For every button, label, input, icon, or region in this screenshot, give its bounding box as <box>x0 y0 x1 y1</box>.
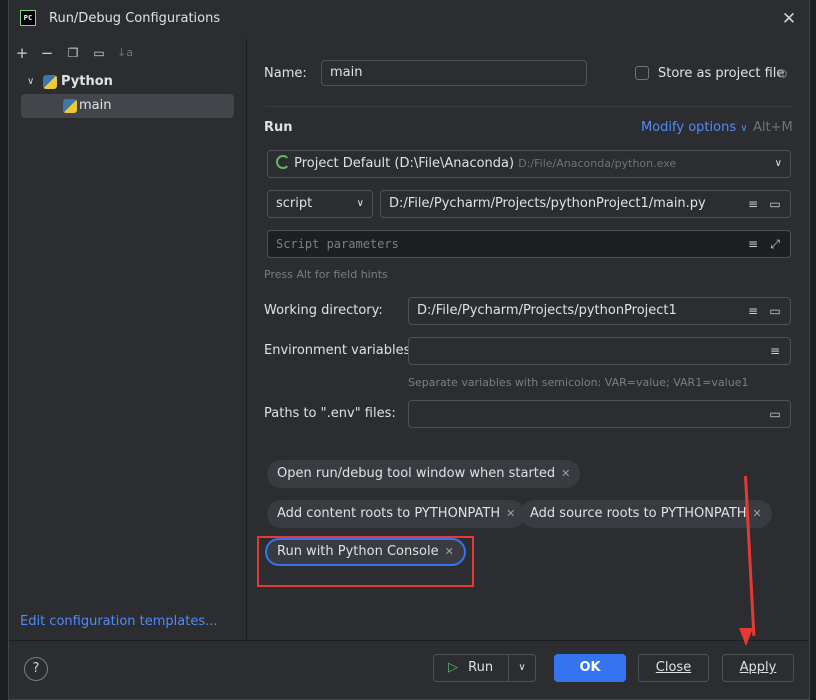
pycharm-icon: PC <box>20 10 36 26</box>
store-as-project-label: Store as project file <box>658 66 785 81</box>
copy-icon[interactable]: ❐ <box>63 43 83 63</box>
dotenv-label: Paths to ".env" files: <box>264 406 396 421</box>
folder-icon[interactable]: ▭ <box>768 407 782 421</box>
annotation-arrow-head <box>739 628 753 646</box>
sort-icon[interactable]: ↓a <box>115 43 135 63</box>
list-icon[interactable]: ≡ <box>746 304 760 318</box>
name-label: Name: <box>264 66 307 81</box>
working-directory-value: D:/File/Pycharm/Projects/pythonProject1 <box>417 303 677 318</box>
script-parameters-field[interactable]: Script parameters ≡ ⤢ <box>267 230 791 258</box>
chevron-down-icon: ∨ <box>740 123 748 134</box>
tree-item-label: main <box>79 98 112 113</box>
chevron-down-icon: ∨ <box>356 198 364 209</box>
chip-label: Add source roots to PYTHONPATH <box>530 506 747 521</box>
interpreter-path: D:/File/Anaconda/python.exe <box>518 157 677 170</box>
remove-chip-icon[interactable]: ✕ <box>753 507 762 520</box>
close-button[interactable]: Close <box>638 654 709 682</box>
run-debug-dialog: PC Run/Debug Configurations ✕ + − ❐ ▭ ↓a… <box>8 0 810 700</box>
dialog-title: Run/Debug Configurations <box>49 11 221 26</box>
interpreter-select[interactable]: Project Default (D:\File\Anaconda) D:/Fi… <box>267 150 791 178</box>
chevron-down-icon: ∨ <box>27 76 35 87</box>
folder-icon[interactable]: ▭ <box>768 304 782 318</box>
name-field[interactable]: main <box>321 60 587 86</box>
title-bar: PC Run/Debug Configurations ✕ <box>9 0 809 38</box>
tree-item-main[interactable]: main <box>21 94 234 118</box>
python-icon <box>63 99 77 113</box>
script-mode-select[interactable]: script ∨ <box>267 190 373 218</box>
remove-chip-icon[interactable]: ✕ <box>506 507 515 520</box>
script-mode-value: script <box>276 196 313 211</box>
environment-variables-label: Environment variables: <box>264 343 415 358</box>
gear-icon[interactable]: ⚙ <box>776 67 790 81</box>
close-label: Close <box>655 660 692 675</box>
dotenv-field[interactable]: ▭ <box>408 400 791 428</box>
apply-label: Apply <box>739 660 777 675</box>
tree-group-label: Python <box>61 74 113 89</box>
divider <box>265 106 792 107</box>
modify-options-shortcut: Alt+M <box>753 120 793 135</box>
script-path-field[interactable]: D:/File/Pycharm/Projects/pythonProject1/… <box>380 190 791 218</box>
store-as-project-checkbox[interactable] <box>635 66 649 80</box>
environment-variables-field[interactable]: ≡ <box>408 337 791 365</box>
chip-content-roots[interactable]: Add content roots to PYTHONPATH ✕ <box>267 500 526 528</box>
chip-label: Add content roots to PYTHONPATH <box>277 506 501 521</box>
working-directory-field[interactable]: D:/File/Pycharm/Projects/pythonProject1 … <box>408 297 791 325</box>
folder-icon[interactable]: ▭ <box>768 197 782 211</box>
configurations-pane: + − ❐ ▭ ↓a ∨ Python main Edit configurat… <box>9 38 247 640</box>
modify-options-label: Modify options <box>641 120 737 135</box>
working-directory-label: Working directory: <box>264 303 383 318</box>
remove-chip-icon[interactable]: ✕ <box>561 467 570 480</box>
chevron-down-icon: ∨ <box>774 158 782 169</box>
run-button[interactable]: ▷ Run ∨ <box>433 654 536 682</box>
configurations-toolbar: + − ❐ ▭ ↓a <box>9 38 246 68</box>
run-label: Run <box>468 660 494 675</box>
highlight-box <box>257 536 474 587</box>
chevron-down-icon[interactable]: ∨ <box>508 655 535 681</box>
modify-options-link[interactable]: Modify options ∨ <box>641 120 748 135</box>
environment-variables-hint: Separate variables with semicolon: VAR=v… <box>408 376 749 389</box>
chip-source-roots[interactable]: Add source roots to PYTHONPATH ✕ <box>520 500 772 528</box>
dialog-footer: ? ▷ Run ∨ OK Close Apply <box>9 640 809 700</box>
tree-group-python[interactable]: ∨ Python <box>21 70 234 94</box>
close-icon[interactable]: ✕ <box>779 9 799 29</box>
edit-templates-link[interactable]: Edit configuration templates... <box>20 614 218 629</box>
python-icon <box>43 75 57 89</box>
script-path-value: D:/File/Pycharm/Projects/pythonProject1/… <box>389 196 706 211</box>
list-icon[interactable]: ≡ <box>746 197 760 211</box>
script-parameters-placeholder: Script parameters <box>276 237 399 251</box>
list-icon[interactable]: ≡ <box>746 237 760 251</box>
field-hint: Press Alt for field hints <box>264 268 388 281</box>
expand-icon[interactable]: ⤢ <box>768 237 782 251</box>
interpreter-name: Project Default (D:\File\Anaconda) <box>294 156 515 171</box>
ok-button[interactable]: OK <box>554 654 626 682</box>
chip-label: Open run/debug tool window when started <box>277 466 556 481</box>
run-heading: Run <box>264 120 293 135</box>
list-icon[interactable]: ≡ <box>768 344 782 358</box>
play-icon: ▷ <box>448 660 458 675</box>
chip-open-tool-window[interactable]: Open run/debug tool window when started ✕ <box>267 460 581 488</box>
loading-icon <box>276 155 290 169</box>
new-folder-icon[interactable]: ▭ <box>89 43 109 63</box>
apply-button[interactable]: Apply <box>722 654 794 682</box>
add-icon[interactable]: + <box>12 43 32 63</box>
configuration-form: Name: main Store as project file ⚙ Run M… <box>247 38 809 640</box>
help-icon[interactable]: ? <box>24 657 48 681</box>
remove-icon[interactable]: − <box>37 43 57 63</box>
